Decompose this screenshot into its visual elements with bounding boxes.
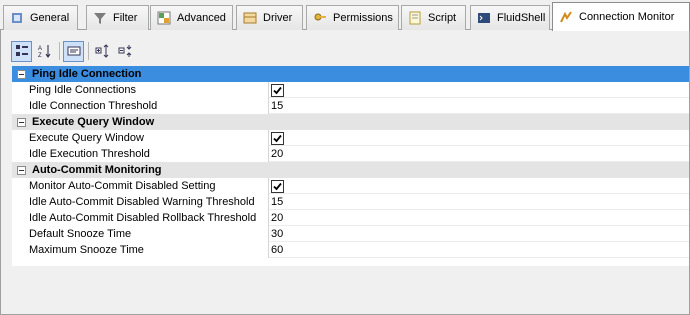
tab-bar: General Filter Advanced Driver Permissio… xyxy=(0,0,690,31)
property-sheet: Ping Idle Connection Ping Idle Connectio… xyxy=(12,66,689,266)
tab-connection-monitor[interactable]: Connection Monitor xyxy=(552,2,690,31)
property-name: Idle Connection Threshold xyxy=(12,98,269,114)
tab-label: Script xyxy=(428,12,457,24)
tab-label: Connection Monitor xyxy=(579,11,675,23)
filter-icon xyxy=(93,11,107,25)
tab-label: General xyxy=(30,12,70,24)
checkmark-icon xyxy=(273,86,282,95)
expand-all-icon xyxy=(95,44,108,58)
collapse-all-icon xyxy=(118,45,131,57)
property-value[interactable]: 30 xyxy=(270,226,289,242)
property-name: Default Snooze Time xyxy=(12,226,269,242)
toolbar-separator xyxy=(88,42,89,60)
property-value[interactable]: 20 xyxy=(270,146,289,162)
key-icon xyxy=(313,11,327,25)
property-row[interactable]: Idle Auto-Commit Disabled Warning Thresh… xyxy=(12,194,689,210)
property-row[interactable]: Default Snooze Time 30 xyxy=(12,226,689,242)
tab-script[interactable]: Script xyxy=(401,5,466,30)
property-value[interactable]: 20 xyxy=(270,210,289,226)
property-value[interactable]: 60 xyxy=(270,242,289,258)
sort-alphabetical-button[interactable]: AZ xyxy=(34,41,55,62)
property-row[interactable]: Monitor Auto-Commit Disabled Setting xyxy=(12,178,689,194)
property-row[interactable]: Idle Auto-Commit Disabled Rollback Thres… xyxy=(12,210,689,226)
tab-permissions[interactable]: Permissions xyxy=(306,5,399,30)
svg-text:Z: Z xyxy=(38,53,42,58)
grid-icon xyxy=(157,11,171,25)
tab-filter[interactable]: Filter xyxy=(86,5,149,30)
property-row[interactable]: Idle Connection Threshold 15 xyxy=(12,98,689,114)
toolbar-separator xyxy=(59,42,60,60)
property-value[interactable]: 15 xyxy=(270,194,289,210)
property-row[interactable]: Execute Query Window xyxy=(12,130,689,146)
tab-driver[interactable]: Driver xyxy=(236,5,303,30)
category-execute-query-window[interactable]: Execute Query Window xyxy=(12,114,689,130)
categorized-view-button[interactable] xyxy=(11,40,32,62)
tab-label: Filter xyxy=(113,12,138,24)
property-name: Monitor Auto-Commit Disabled Setting xyxy=(12,178,269,194)
description-icon xyxy=(67,46,80,56)
tab-label: Advanced xyxy=(177,12,226,24)
driver-icon xyxy=(243,11,257,25)
category-ping-idle-connection[interactable]: Ping Idle Connection xyxy=(12,66,689,82)
property-row[interactable]: Idle Execution Threshold 20 xyxy=(12,146,689,162)
checkmark-icon xyxy=(273,182,282,191)
tab-label: Driver xyxy=(263,12,293,24)
collapse-toggle-icon[interactable] xyxy=(17,165,26,175)
property-name: Maximum Snooze Time xyxy=(12,242,269,258)
collapse-toggle-icon[interactable] xyxy=(17,117,26,127)
categorized-icon xyxy=(15,45,28,56)
script-icon xyxy=(408,11,422,25)
property-name: Idle Execution Threshold xyxy=(12,146,269,162)
monitor-auto-commit-checkbox[interactable] xyxy=(271,180,284,193)
terminal-icon xyxy=(477,11,491,25)
property-name: Idle Auto-Commit Disabled Rollback Thres… xyxy=(12,210,269,226)
property-row[interactable]: Maximum Snooze Time 60 xyxy=(12,242,689,258)
tab-label: FluidShell xyxy=(497,12,546,24)
property-value[interactable]: 15 xyxy=(270,98,289,114)
show-description-button[interactable] xyxy=(63,40,84,62)
expand-all-button[interactable] xyxy=(92,41,113,62)
collapse-toggle-icon[interactable] xyxy=(17,69,26,79)
ping-idle-connections-checkbox[interactable] xyxy=(271,84,284,97)
collapse-all-button[interactable] xyxy=(115,41,136,62)
property-name: Idle Auto-Commit Disabled Warning Thresh… xyxy=(12,194,269,210)
category-title: Ping Idle Connection xyxy=(32,68,142,80)
property-name: Ping Idle Connections xyxy=(12,82,269,98)
category-title: Auto-Commit Monitoring xyxy=(32,164,162,176)
category-auto-commit-monitoring[interactable]: Auto-Commit Monitoring xyxy=(12,162,689,178)
sort-az-icon: AZ xyxy=(38,45,50,58)
property-row[interactable]: Ping Idle Connections xyxy=(12,82,689,98)
tab-advanced[interactable]: Advanced xyxy=(150,5,233,30)
svg-text:A: A xyxy=(38,46,42,52)
execute-query-window-checkbox[interactable] xyxy=(271,132,284,145)
checkmark-icon xyxy=(273,134,282,143)
wrench-icon xyxy=(10,11,24,25)
monitor-icon xyxy=(559,10,573,24)
property-toolbar: AZ xyxy=(11,40,138,62)
tab-general[interactable]: General xyxy=(3,5,78,30)
category-title: Execute Query Window xyxy=(32,116,155,128)
tab-label: Permissions xyxy=(333,12,393,24)
tab-fluidshell[interactable]: FluidShell xyxy=(470,5,550,30)
property-name: Execute Query Window xyxy=(12,130,269,146)
